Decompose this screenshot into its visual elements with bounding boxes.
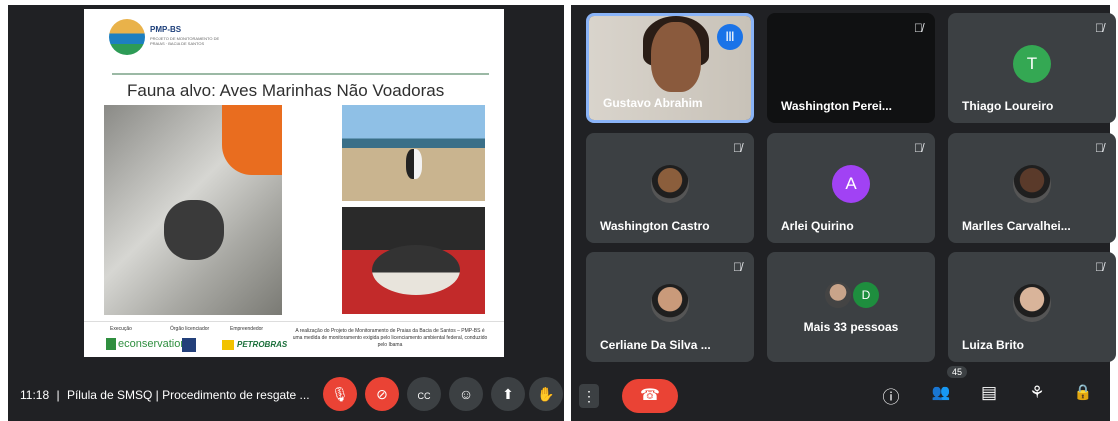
shared-slide: PMP-BS PROJETO DE MONITORAMENTO DE PRAIA… xyxy=(84,9,504,357)
ibama-logo-icon xyxy=(182,338,196,352)
host-controls-button[interactable]: 🔒 xyxy=(1069,383,1097,401)
rescue-photo xyxy=(104,105,282,315)
participant-name: Marlles Carvalhei... xyxy=(962,219,1071,233)
logo-subtitle: PROJETO DE MONITORAMENTO DE PRAIAS · BAC… xyxy=(150,36,220,46)
footer-orgao-label: Órgão licenciador xyxy=(170,326,210,332)
presentation-panel: PMP-BS PROJETO DE MONITORAMENTO DE PRAIA… xyxy=(8,5,564,421)
participant-name: Gustavo Abrahim xyxy=(603,96,703,110)
raise-hand-icon: ✋ xyxy=(537,386,555,402)
participant-tile[interactable]: ||| Gustavo Abrahim xyxy=(586,13,754,123)
participant-tile[interactable]: 🎙̸ Marlles Carvalhei... xyxy=(948,133,1116,243)
camera-off-icon: ⊘ xyxy=(376,386,388,402)
meeting-info-button[interactable]: ⓘ xyxy=(877,383,905,408)
participants-panel: ||| Gustavo Abrahim 🎙̸ Washington Perei... T… xyxy=(571,5,1116,421)
participant-name: Washington Perei... xyxy=(781,99,892,113)
penguin-closeup-photo xyxy=(342,207,485,314)
avatar: T xyxy=(1013,44,1051,83)
raise-hand-button[interactable]: ✋ xyxy=(529,377,563,411)
present-button[interactable]: ⬆ xyxy=(491,377,525,411)
mic-off-icon: 🎙̸ xyxy=(914,21,923,35)
activities-button[interactable]: ⚘ xyxy=(1023,383,1051,403)
pmp-bs-logo-icon xyxy=(109,19,145,55)
mic-off-icon: 🎙̸ xyxy=(1095,260,1104,274)
present-icon: ⬆ xyxy=(502,386,514,402)
footer-empreendedor-label: Empreendedor xyxy=(230,326,264,332)
beach-penguin-photo xyxy=(342,105,485,201)
meeting-info: 11:18 | Pílula de SMSQ | Procedimento de… xyxy=(20,388,310,402)
meeting-time: 11:18 xyxy=(20,388,50,402)
slide-divider xyxy=(112,73,489,75)
speaking-indicator-icon: ||| xyxy=(717,24,743,50)
mic-off-icon: 🎙̸ xyxy=(733,260,742,274)
mic-off-icon: 🎙 xyxy=(331,386,349,402)
participant-tile[interactable]: 🎙̸ Washington Castro xyxy=(586,133,754,243)
participant-name: Thiago Loureiro xyxy=(962,99,1054,113)
avatar: A xyxy=(832,164,870,203)
camera-off-button[interactable]: ⊘ xyxy=(365,377,399,411)
participant-tile[interactable]: T 🎙̸ Thiago Loureiro xyxy=(948,13,1116,123)
avatar xyxy=(1013,164,1051,203)
avatar: D xyxy=(853,282,879,308)
leave-call-button[interactable]: ☎ xyxy=(622,379,678,413)
slide-footer: Execução Órgão licenciador Empreendedor … xyxy=(84,321,504,357)
people-button[interactable]: 👥 xyxy=(927,383,955,401)
logo-title: PMP-BS xyxy=(150,25,182,34)
mic-off-icon: 🎙̸ xyxy=(1095,141,1104,155)
captions-button[interactable]: CC xyxy=(407,377,441,411)
end-call-icon: ☎ xyxy=(640,387,660,404)
emoji-icon: ☺ xyxy=(458,386,474,402)
participant-tile[interactable]: 🎙̸ Cerliane Da Silva ... xyxy=(586,252,754,362)
participant-name: Mais 33 pessoas xyxy=(803,320,899,334)
participant-tile[interactable]: 🎙̸ Washington Perei... xyxy=(767,13,935,123)
econservation-logo: econservation xyxy=(106,338,187,351)
footer-execucao-label: Execução xyxy=(110,326,132,332)
participant-tile[interactable]: D Mais 33 pessoas xyxy=(767,252,935,362)
slide-title: Fauna alvo: Aves Marinhas Não Voadoras xyxy=(127,81,445,100)
mic-off-icon: 🎙̸ xyxy=(1095,21,1104,35)
chat-button[interactable]: ▤ xyxy=(975,383,1003,403)
captions-icon: CC xyxy=(417,391,431,401)
avatar xyxy=(651,164,689,203)
participant-count-badge: 45 xyxy=(947,366,968,378)
mic-off-button[interactable]: 🎙 xyxy=(323,377,357,411)
meeting-title: Pílula de SMSQ | Procedimento de resgate… xyxy=(66,388,310,402)
participant-tile[interactable]: 🎙̸ Luiza Brito xyxy=(948,252,1116,362)
avatar xyxy=(651,283,689,322)
mic-off-icon: 🎙̸ xyxy=(733,141,742,155)
footer-note: A realização do Projeto de Monitoramento… xyxy=(292,328,488,348)
participant-name: Arlei Quirino xyxy=(781,219,854,233)
participant-name: Cerliane Da Silva ... xyxy=(600,338,711,352)
avatar xyxy=(825,282,851,308)
participant-name: Washington Castro xyxy=(600,219,710,233)
avatar xyxy=(1013,283,1051,322)
mic-off-icon: 🎙̸ xyxy=(914,141,923,155)
participant-name: Luiza Brito xyxy=(962,338,1024,352)
petrobras-logo: PETROBRAS xyxy=(222,340,287,350)
participant-tile[interactable]: A 🎙̸ Arlei Quirino xyxy=(767,133,935,243)
emoji-button[interactable]: ☺ xyxy=(449,377,483,411)
more-options-button[interactable]: ⋮ xyxy=(579,384,599,408)
